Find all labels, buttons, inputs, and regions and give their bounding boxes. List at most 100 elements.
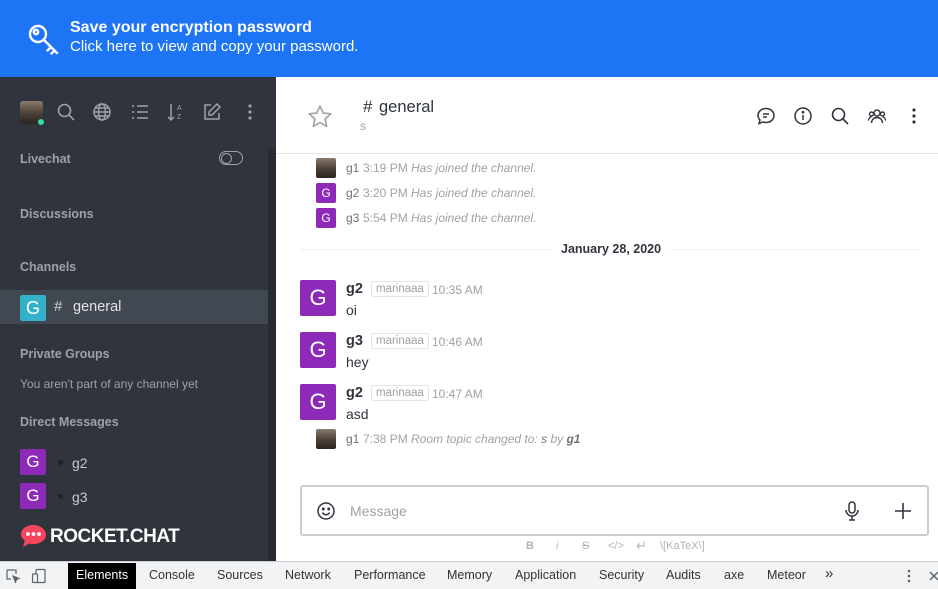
- dm-name: g3: [72, 489, 88, 505]
- system-message-topic-change: g1 7:38 PM Room topic changed to: s by g…: [316, 429, 916, 449]
- user-avatar[interactable]: [316, 158, 336, 178]
- message-body: oi: [346, 302, 357, 318]
- user-role-tag: marinaaa: [371, 281, 429, 297]
- message: G g2 marinaaa 10:35 AM oi: [300, 280, 920, 326]
- message-time: 5:54 PM: [363, 211, 408, 225]
- strike-format-button[interactable]: S: [582, 540, 589, 552]
- devtools-tab-security[interactable]: Security: [599, 568, 644, 582]
- close-devtools-icon[interactable]: [927, 568, 938, 584]
- livechat-label: Livechat: [20, 152, 71, 166]
- banner-title: Save your encryption password: [70, 19, 312, 36]
- sidebar-scrollbar[interactable]: [268, 149, 276, 561]
- sidebar-toolbar: AZ: [0, 77, 276, 149]
- message-input[interactable]: [350, 499, 830, 523]
- devtools-tab-application[interactable]: Application: [515, 568, 576, 582]
- message-user[interactable]: g1: [346, 432, 359, 446]
- user-avatar[interactable]: G: [316, 183, 336, 203]
- devtools-tab-performance[interactable]: Performance: [354, 568, 426, 582]
- system-message: G g3 5:54 PM Has joined the channel.: [316, 208, 916, 228]
- members-icon[interactable]: [867, 106, 887, 126]
- system-message: G g2 3:20 PM Has joined the channel.: [316, 183, 916, 203]
- inspect-element-icon[interactable]: [5, 568, 21, 584]
- code-format-button[interactable]: </>: [608, 540, 624, 552]
- devtools-tab-meteor[interactable]: Meteor: [767, 568, 806, 582]
- kebab-icon[interactable]: [240, 102, 260, 122]
- topic-by-user: g1: [566, 432, 581, 446]
- message-time: 10:46 AM: [432, 335, 483, 349]
- message-time: 10:35 AM: [432, 283, 483, 297]
- devtools-tab-network[interactable]: Network: [285, 568, 331, 582]
- user-avatar[interactable]: G: [300, 280, 336, 316]
- message-user[interactable]: g1: [346, 161, 359, 175]
- message-user[interactable]: g2: [346, 385, 363, 401]
- svg-text:A: A: [177, 105, 182, 112]
- devtools-tab-memory[interactable]: Memory: [447, 568, 492, 582]
- dm-name: g2: [72, 455, 88, 471]
- italic-format-button[interactable]: i: [556, 540, 558, 552]
- direct-messages-label: Direct Messages: [20, 415, 119, 429]
- list-icon[interactable]: [130, 102, 150, 122]
- svg-text:Z: Z: [177, 114, 182, 121]
- encryption-password-banner[interactable]: Save your encryption password Click here…: [0, 0, 938, 77]
- dm-avatar: G: [20, 449, 46, 475]
- plus-icon[interactable]: [892, 500, 914, 522]
- devtools-tab-elements[interactable]: Elements: [68, 563, 137, 589]
- user-role-tag: marinaaa: [371, 333, 429, 349]
- device-toolbar-icon[interactable]: [31, 568, 47, 584]
- sidebar-item-general[interactable]: G # general: [0, 290, 268, 324]
- online-status-dot: [37, 118, 45, 126]
- user-avatar[interactable]: G: [300, 332, 336, 368]
- discussion-icon[interactable]: [756, 106, 776, 126]
- edit-icon[interactable]: [202, 102, 222, 122]
- kebab-icon[interactable]: [904, 106, 924, 126]
- sidebar-item-g2[interactable]: G g2: [0, 447, 268, 477]
- devtools-tabbar: Elements Console Sources Network Perform…: [0, 561, 938, 589]
- message-text: Has joined the channel.: [411, 186, 537, 200]
- devtools-tab-audits[interactable]: Audits: [666, 568, 701, 582]
- message-composer: [300, 485, 929, 536]
- sidebar: AZ Livechat Discussions Channels G # gen…: [0, 77, 276, 561]
- status-dot: [58, 494, 63, 499]
- message-user[interactable]: g2: [346, 281, 363, 297]
- user-avatar[interactable]: G: [300, 384, 336, 420]
- sidebar-item-g3[interactable]: G g3: [0, 481, 268, 511]
- star-icon[interactable]: [306, 103, 334, 131]
- devtools-tab-axe[interactable]: axe: [724, 568, 744, 582]
- message-user[interactable]: g3: [346, 333, 363, 349]
- search-icon[interactable]: [830, 106, 850, 126]
- user-avatar[interactable]: [20, 101, 45, 126]
- globe-icon[interactable]: [92, 102, 112, 122]
- room-topic: s: [360, 119, 366, 133]
- devtools-more-tabs[interactable]: »: [825, 565, 833, 582]
- devtools-menu-icon[interactable]: [901, 568, 917, 584]
- bold-format-button[interactable]: B: [526, 540, 534, 552]
- message-user[interactable]: g2: [346, 186, 359, 200]
- devtools-tab-console[interactable]: Console: [149, 568, 195, 582]
- search-icon[interactable]: [56, 102, 76, 122]
- user-avatar[interactable]: [316, 429, 336, 449]
- private-groups-label: Private Groups: [20, 347, 110, 361]
- private-groups-empty: You aren't part of any channel yet: [20, 377, 198, 391]
- hash-icon: #: [54, 298, 63, 315]
- multiline-format-button[interactable]: ↵: [636, 538, 647, 554]
- user-role-tag: marinaaa: [371, 385, 429, 401]
- date-divider: January 28, 2020: [552, 242, 671, 256]
- message-text: Room topic changed to: s by g1: [411, 432, 580, 446]
- message-time: 3:20 PM: [363, 186, 408, 200]
- info-icon[interactable]: [793, 106, 813, 126]
- channel-name: general: [73, 299, 122, 315]
- message-body: hey: [346, 354, 369, 370]
- message-user[interactable]: g3: [346, 211, 359, 225]
- message-text: Has joined the channel.: [411, 211, 537, 225]
- user-avatar[interactable]: G: [316, 208, 336, 228]
- sort-icon[interactable]: AZ: [166, 102, 186, 122]
- microphone-icon[interactable]: [842, 500, 862, 522]
- livechat-toggle[interactable]: [219, 151, 243, 165]
- devtools-tab-sources[interactable]: Sources: [217, 568, 263, 582]
- emoji-icon[interactable]: [316, 501, 336, 521]
- room-header: # general s: [276, 77, 938, 154]
- katex-format-button[interactable]: \[KaTeX\]: [660, 540, 705, 552]
- discussions-label[interactable]: Discussions: [20, 207, 94, 221]
- logo-text: ROCKET.CHAT: [50, 526, 180, 547]
- message-time: 7:38 PM: [363, 432, 408, 446]
